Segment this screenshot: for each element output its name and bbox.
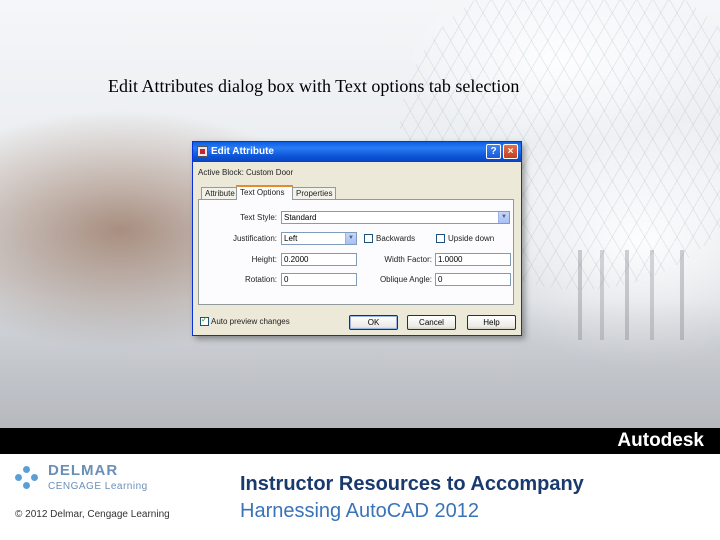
close-icon[interactable]: × <box>503 144 518 159</box>
tab-text-options[interactable]: Text Options <box>236 185 293 200</box>
tab-properties[interactable]: Properties <box>292 187 336 199</box>
footer-subtitle: Harnessing AutoCAD 2012 <box>240 500 480 522</box>
dialog-title: Edit Attribute <box>211 146 274 157</box>
upside-down-label: Upside down <box>448 234 495 243</box>
help-button[interactable]: Help <box>467 315 516 330</box>
text-style-dropdown[interactable]: Standard ▼ <box>281 211 510 224</box>
oblique-angle-label: Oblique Angle: <box>379 275 432 284</box>
upside-down-checkbox[interactable] <box>436 234 445 243</box>
width-factor-field[interactable]: 1.0000 <box>435 253 511 266</box>
backwards-label: Backwards <box>376 234 416 243</box>
help-icon[interactable]: ? <box>486 144 501 159</box>
publisher-name: DELMAR <box>48 462 119 479</box>
dialog-titlebar[interactable]: Edit Attribute ? × <box>193 142 521 162</box>
text-options-panel: Text Style: Standard ▼ Justification: Le… <box>198 199 514 305</box>
publisher-subname: CENGAGE Learning <box>48 481 148 492</box>
footer-black-bar <box>0 428 720 454</box>
footer-title: Instructor Resources to Accompany <box>240 473 584 495</box>
height-field[interactable]: 0.2000 <box>281 253 357 266</box>
justification-label: Justification: <box>232 234 277 243</box>
height-label: Height: <box>251 255 277 264</box>
chevron-down-icon[interactable]: ▼ <box>498 212 509 223</box>
text-style-value: Standard <box>284 213 317 222</box>
delmar-logo-icon <box>15 466 39 490</box>
cancel-button[interactable]: Cancel <box>407 315 456 330</box>
ok-button[interactable]: OK <box>349 315 398 330</box>
edit-attribute-dialog: Edit Attribute ? × Active Block: Custom … <box>192 141 522 336</box>
autocad-app-icon <box>197 146 208 157</box>
auto-preview-checkbox[interactable] <box>200 315 209 326</box>
active-block-label: Active Block: Custom Door <box>198 168 294 177</box>
tab-attribute[interactable]: Attribute <box>201 187 237 199</box>
autodesk-logo: Autodesk <box>617 430 704 451</box>
copyright-text: © 2012 Delmar, Cengage Learning <box>15 509 170 520</box>
justification-value: Left <box>284 234 298 243</box>
justification-dropdown[interactable]: Left ▼ <box>281 232 357 245</box>
oblique-angle-field[interactable]: 0 <box>435 273 511 286</box>
chevron-down-icon[interactable]: ▼ <box>345 233 356 244</box>
backwards-checkbox[interactable] <box>364 234 373 243</box>
rotation-label: Rotation: <box>244 275 277 284</box>
rotation-field[interactable]: 0 <box>281 273 357 286</box>
text-style-label: Text Style: <box>240 213 277 222</box>
auto-preview-label: Auto preview changes <box>211 317 290 326</box>
slide-title: Edit Attributes dialog box with Text opt… <box>108 76 520 96</box>
width-factor-label: Width Factor: <box>384 255 432 264</box>
